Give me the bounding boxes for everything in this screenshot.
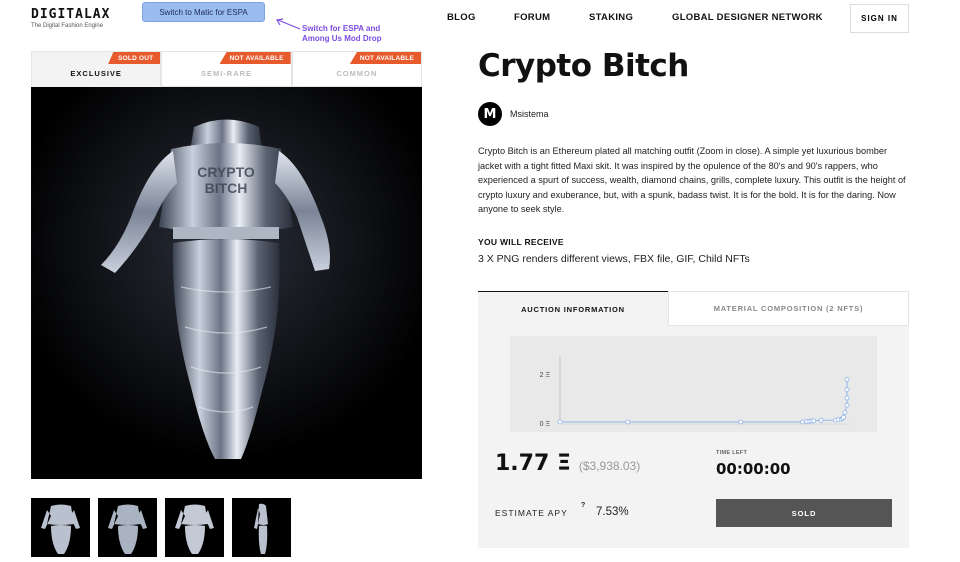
chart-point[interactable] bbox=[625, 419, 631, 425]
nav-forum[interactable]: FORUM bbox=[514, 12, 550, 23]
current-price: 1.77 Ξ ($3,938.03) bbox=[495, 451, 640, 476]
apy-label: ESTIMATE APY bbox=[495, 508, 568, 518]
tab-semi-rare[interactable]: NOT AVAILABLE SEMI-RARE bbox=[161, 51, 292, 87]
designer-name[interactable]: Msistema bbox=[510, 109, 549, 119]
annotation-text: Switch for ESPA and Among Us Mod Drop bbox=[302, 24, 382, 43]
tab-material-composition[interactable]: MATERIAL COMPOSITION (2 NFTS) bbox=[668, 291, 909, 326]
receive-value: 3 X PNG renders different views, FBX fil… bbox=[478, 253, 750, 265]
chart-point[interactable] bbox=[557, 419, 563, 425]
chart-point[interactable] bbox=[844, 377, 850, 382]
tab-auction-information[interactable]: AUCTION INFORMATION bbox=[478, 291, 668, 326]
chart-point[interactable] bbox=[844, 395, 850, 401]
y-tick-top: 2 Ξ bbox=[540, 372, 551, 379]
logo-subtitle: The Digital Fashion Engine bbox=[31, 23, 104, 29]
annotation-arrow-icon bbox=[276, 18, 301, 30]
thumbnail-4[interactable] bbox=[232, 498, 291, 557]
chart-point[interactable] bbox=[844, 402, 850, 408]
auction-panel-tabs: AUCTION INFORMATION MATERIAL COMPOSITION… bbox=[478, 291, 909, 326]
thumbnail-2[interactable] bbox=[98, 498, 157, 557]
help-icon[interactable]: ? bbox=[581, 502, 585, 509]
outfit-render: CRYPTO BITCH bbox=[31, 87, 422, 479]
nav-blog[interactable]: BLOG bbox=[447, 12, 476, 23]
apy-value: 7.53% bbox=[596, 506, 629, 518]
designer[interactable]: M Msistema bbox=[478, 102, 549, 126]
chart-point[interactable] bbox=[818, 417, 824, 423]
switch-network-button[interactable]: Switch to Matic for ESPA bbox=[142, 2, 265, 22]
price-series-line bbox=[560, 379, 848, 423]
thumbnail-1[interactable] bbox=[31, 498, 90, 557]
jacket-print-line-1: CRYPTO bbox=[197, 164, 255, 180]
time-left-label: TIME LEFT bbox=[716, 450, 748, 456]
chart-point[interactable] bbox=[841, 414, 847, 420]
time-left-value: 00:00:00 bbox=[716, 460, 791, 478]
product-title: Crypto Bitch bbox=[478, 48, 689, 84]
tab-common[interactable]: NOT AVAILABLE COMMON bbox=[291, 51, 422, 87]
nav-staking[interactable]: STAKING bbox=[589, 12, 633, 23]
chart-point[interactable] bbox=[738, 419, 744, 425]
y-tick-bottom: 0 Ξ bbox=[540, 421, 551, 428]
product-description: Crypto Bitch is an Ethereum plated all m… bbox=[478, 146, 906, 215]
tab-label: EXCLUSIVE bbox=[70, 68, 122, 78]
price-usd: ($3,938.03) bbox=[578, 459, 641, 473]
jacket-print-line-2: BITCH bbox=[205, 180, 248, 196]
not-available-badge: NOT AVAILABLE bbox=[219, 52, 291, 64]
designer-avatar[interactable]: M bbox=[478, 102, 502, 126]
logo-title: DIGITALAX bbox=[31, 7, 111, 22]
thumbnail-3[interactable] bbox=[165, 498, 224, 557]
logo[interactable]: DIGITALAX The Digital Fashion Engine bbox=[31, 7, 110, 29]
tab-exclusive[interactable]: SOLD OUT EXCLUSIVE bbox=[31, 51, 162, 87]
tab-label: SEMI-RARE bbox=[200, 68, 253, 78]
chart-point[interactable] bbox=[844, 387, 850, 392]
sign-in-button[interactable]: SIGN IN bbox=[850, 4, 909, 33]
sold-button[interactable]: SOLD bbox=[716, 499, 892, 527]
chart-point[interactable] bbox=[800, 419, 805, 425]
price-eth: 1.77 Ξ bbox=[495, 451, 571, 476]
rarity-tabs: SOLD OUT EXCLUSIVE NOT AVAILABLE SEMI-RA… bbox=[31, 51, 422, 87]
receive-heading: YOU WILL RECEIVE bbox=[478, 237, 564, 247]
nav-global-designer-network[interactable]: GLOBAL DESIGNER NETWORK bbox=[672, 12, 823, 23]
tab-label: COMMON bbox=[336, 68, 378, 78]
price-chart-svg: 2 Ξ 0 Ξ bbox=[540, 356, 850, 428]
chart-point[interactable] bbox=[842, 410, 848, 415]
product-image[interactable]: CRYPTO BITCH bbox=[31, 87, 422, 479]
price-chart: 2 Ξ 0 Ξ bbox=[510, 336, 877, 432]
price-series-points bbox=[557, 377, 850, 425]
auction-panel: 2 Ξ 0 Ξ 1.77 Ξ ($3,938.03) TIME LEFT 00:… bbox=[478, 326, 909, 548]
sold-out-badge: SOLD OUT bbox=[108, 52, 161, 64]
chart-point[interactable] bbox=[811, 418, 817, 424]
thumbnail-strip bbox=[31, 498, 291, 557]
not-available-badge: NOT AVAILABLE bbox=[349, 52, 421, 64]
